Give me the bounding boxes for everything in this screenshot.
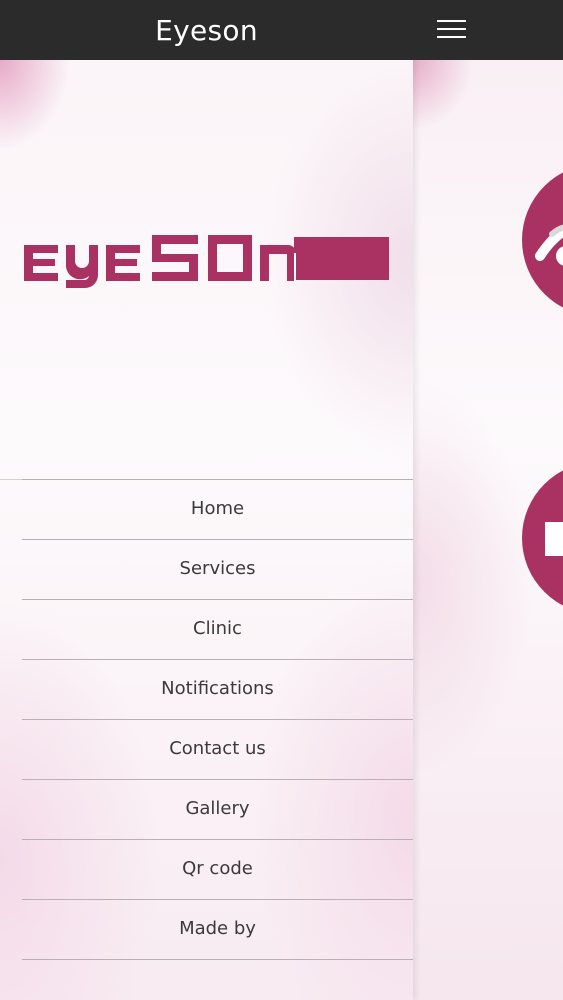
menu-item-clinic[interactable]: Clinic (22, 600, 413, 660)
drawer-menu: Home Services Clinic Notifications Conta… (22, 479, 413, 960)
eyeson-logo (24, 235, 389, 288)
eye-icon (535, 224, 563, 266)
app-header: Eyeson (0, 0, 563, 60)
menu-item-contact-us[interactable]: Contact us (22, 720, 413, 780)
menu-item-made-by[interactable]: Made by (22, 900, 413, 960)
menu-item-qr-code[interactable]: Qr code (22, 840, 413, 900)
divider (0, 479, 22, 480)
eye-tile[interactable] (522, 164, 563, 316)
main-content (413, 60, 563, 1000)
app-title: Eyeson (155, 14, 258, 47)
hamburger-menu-icon[interactable] (432, 16, 470, 44)
clinic-tile[interactable] (522, 462, 563, 614)
menu-item-notifications[interactable]: Notifications (22, 660, 413, 720)
menu-item-gallery[interactable]: Gallery (22, 780, 413, 840)
clinic-icon (545, 522, 563, 556)
navigation-drawer: Home Services Clinic Notifications Conta… (0, 60, 413, 1000)
menu-item-services[interactable]: Services (22, 540, 413, 600)
menu-item-home[interactable]: Home (22, 480, 413, 540)
